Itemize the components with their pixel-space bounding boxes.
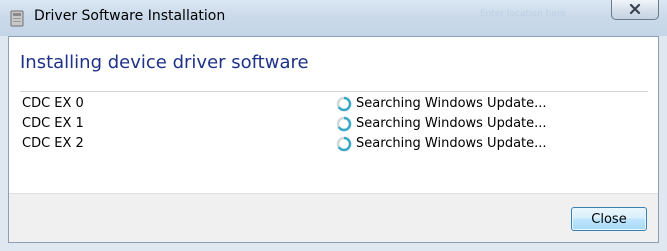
close-button[interactable]: Close	[571, 207, 647, 231]
dialog-footer: Close	[9, 193, 658, 242]
device-name: CDC EX 2	[22, 136, 84, 151]
close-icon	[612, 3, 658, 23]
device-name: CDC EX 1	[22, 116, 84, 131]
background-search-hint: Enter location here	[480, 9, 566, 19]
window-title: Driver Software Installation	[34, 8, 226, 24]
device-status: Searching Windows Update...	[356, 136, 547, 151]
page-title: Installing device driver software	[20, 52, 309, 73]
list-item: CDC EX 1 Searching Windows Update...	[22, 115, 642, 135]
title-bar[interactable]: Enter location here Driver Software Inst…	[0, 0, 667, 36]
device-list: CDC EX 0 Searching Windows Update... CDC…	[22, 95, 642, 155]
dialog-content: Installing device driver software CDC EX…	[8, 36, 659, 243]
divider	[20, 91, 648, 92]
device-status: Searching Windows Update...	[356, 96, 547, 111]
busy-spinner-icon	[336, 116, 352, 132]
device-driver-icon	[10, 10, 24, 27]
list-item: CDC EX 2 Searching Windows Update...	[22, 135, 642, 155]
busy-spinner-icon	[336, 96, 352, 112]
device-name: CDC EX 0	[22, 96, 84, 111]
list-item: CDC EX 0 Searching Windows Update...	[22, 95, 642, 115]
device-status: Searching Windows Update...	[356, 116, 547, 131]
window-close-button[interactable]	[611, 0, 659, 20]
busy-spinner-icon	[336, 136, 352, 152]
